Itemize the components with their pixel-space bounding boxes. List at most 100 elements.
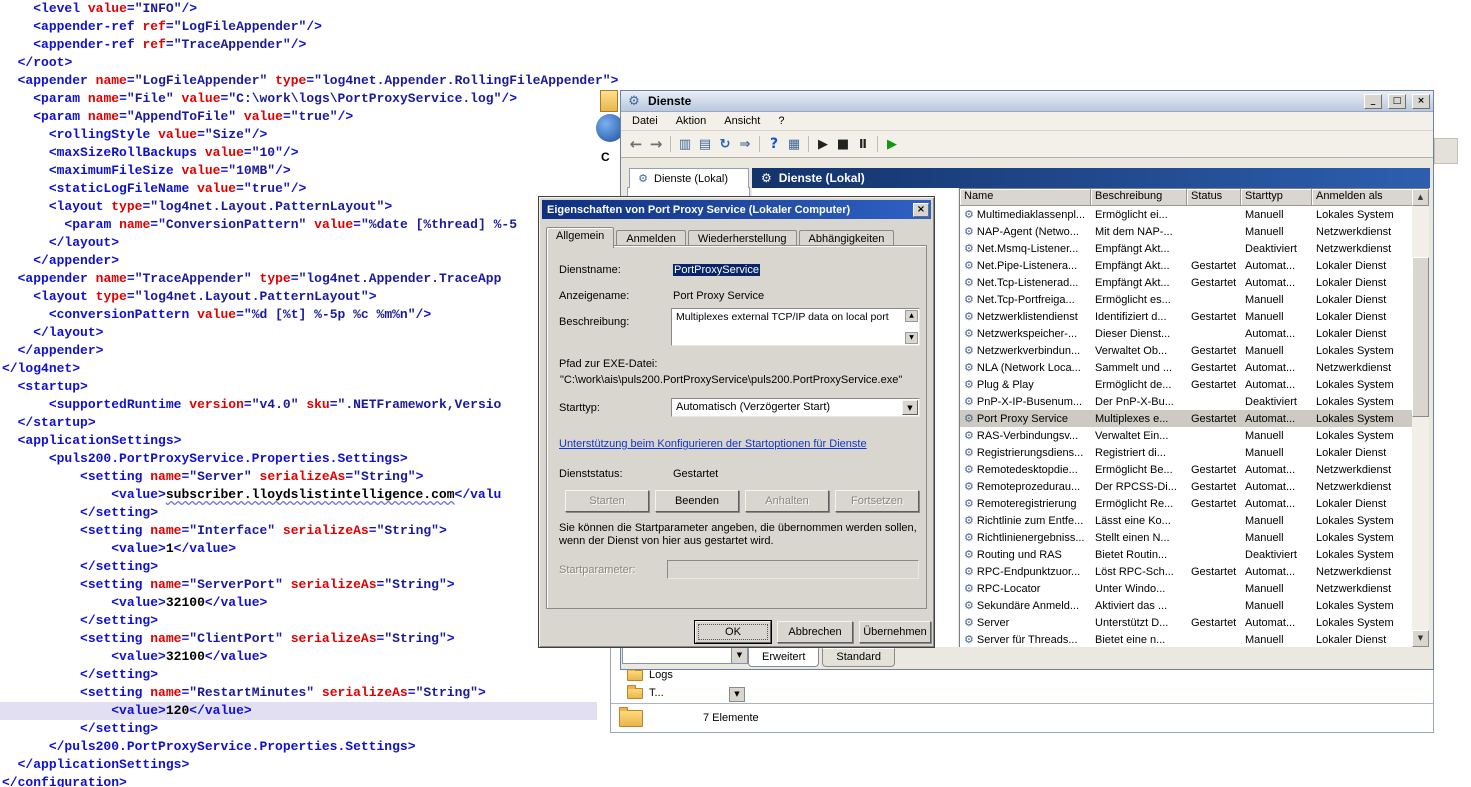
service-gear-icon: ⚙ <box>964 378 974 391</box>
service-row[interactable]: ⚙Remoteprozedurau...Der RPCSS-Di...Gesta… <box>960 478 1412 495</box>
menu-help[interactable]: ? <box>769 113 793 129</box>
background-text-fragment: C <box>601 150 610 164</box>
service-row[interactable]: ⚙NAP-Agent (Netwo...Mit dem NAP-...Manue… <box>960 223 1412 240</box>
service-row[interactable]: ⚙Plug & PlayErmöglicht de...GestartetAut… <box>960 376 1412 393</box>
code-line[interactable]: </configuration> <box>0 774 1471 787</box>
service-row[interactable]: ⚙Routing und RASBietet Routin...Deaktivi… <box>960 546 1412 563</box>
folder-icon <box>627 670 643 681</box>
tab-allgemein[interactable]: Allgemein <box>546 227 614 248</box>
code-line[interactable]: <level value="INFO"/> <box>0 0 1471 18</box>
combo-dropdown-icon[interactable]: ▼ <box>731 647 747 663</box>
starttyp-combobox[interactable]: Automatisch (Verzögerter Start) ▼ <box>671 398 920 417</box>
service-row[interactable]: ⚙Net.Pipe-Listenera...Empfängt Akt...Ges… <box>960 257 1412 274</box>
beschreibung-textbox[interactable]: Multiplexes external TCP/IP data on loca… <box>671 308 920 346</box>
service-row[interactable]: ⚙RemoteregistrierungErmöglicht Re...Gest… <box>960 495 1412 512</box>
scroll-up-icon[interactable]: ▲ <box>905 310 918 322</box>
pane-header: ⚙ Dienste (Lokal) <box>752 168 1430 188</box>
maximize-button[interactable]: □ <box>1388 94 1406 109</box>
scrollbar[interactable]: ▲ ▼ <box>1412 189 1429 647</box>
code-line[interactable]: <appender name="LogFileAppender" type="l… <box>0 72 1471 90</box>
start-service-icon[interactable]: ▶ <box>813 134 833 154</box>
export-icon[interactable]: ⇒ <box>735 134 755 154</box>
column-header-beschreibung[interactable]: Beschreibung <box>1091 189 1187 206</box>
column-header-status[interactable]: Status <box>1187 189 1241 206</box>
tab-standard[interactable]: Standard <box>822 648 895 667</box>
folder-item-truncated[interactable]: T... <box>627 687 664 699</box>
forward-icon[interactable]: → <box>646 134 666 154</box>
folder-label: Logs <box>649 669 673 681</box>
folder-label: T... <box>649 687 664 699</box>
menu-aktion[interactable]: Aktion <box>667 113 716 129</box>
stop-service-icon[interactable]: ■ <box>833 134 853 154</box>
service-row[interactable]: ⚙Net.Msmq-Listener...Empfängt Akt...Deak… <box>960 240 1412 257</box>
uebernehmen-button[interactable]: Übernehmen <box>859 621 931 643</box>
dialog-titlebar[interactable]: Eigenschaften von Port Proxy Service (Lo… <box>542 200 931 219</box>
show-console-tree-icon[interactable]: ▥ <box>675 134 695 154</box>
menu-datei[interactable]: Datei <box>623 113 667 129</box>
service-row[interactable]: ⚙Net.Tcp-Portfreiga...Ermöglicht es...Ma… <box>960 291 1412 308</box>
service-row[interactable]: ⚙NLA (Network Loca...Sammelt und ...Gest… <box>960 359 1412 376</box>
minimize-button[interactable]: _ <box>1364 94 1382 109</box>
status-text: 7 Elemente <box>703 712 759 724</box>
help-icon[interactable]: ? <box>764 134 784 154</box>
service-row[interactable]: ⚙Registrierungsdiens...Registriert di...… <box>960 444 1412 461</box>
folder-item-logs[interactable]: Logs <box>627 669 673 681</box>
close-button[interactable]: × <box>1412 94 1430 109</box>
scroll-down-button[interactable]: ▼ <box>1412 630 1429 647</box>
code-line[interactable]: <appender-ref ref="LogFileAppender"/> <box>0 18 1471 36</box>
scroll-thumb[interactable] <box>1412 257 1429 417</box>
column-header-anmelden-als[interactable]: Anmelden als <box>1312 189 1413 206</box>
dropdown-button[interactable]: ▼ <box>729 687 745 702</box>
service-row[interactable]: ⚙Netzwerkspeicher-...Dieser Dienst...Aut… <box>960 325 1412 342</box>
pause-service-icon[interactable]: Ⅱ <box>853 134 873 154</box>
service-row[interactable]: ⚙Netzwerkverbindun...Verwaltet Ob...Gest… <box>960 342 1412 359</box>
service-row[interactable]: ⚙Multimediaklassenpl...Ermöglicht ei...M… <box>960 206 1412 223</box>
background-window-icon <box>600 90 618 112</box>
services-icon: ⚙ <box>761 171 772 185</box>
dialog-page: Dienstname: PortProxyService Anzeigename… <box>546 245 927 609</box>
list-header: Name Beschreibung Status Starttyp Anmeld… <box>960 189 1429 206</box>
refresh-icon[interactable]: ↻ <box>715 134 735 154</box>
tab-erweitert[interactable]: Erweitert <box>748 648 819 667</box>
service-gear-icon: ⚙ <box>964 531 974 544</box>
service-row[interactable]: ⚙Sekundäre Anmeld...Aktiviert das ...Man… <box>960 597 1412 614</box>
properties-dialog: Eigenschaften von Port Proxy Service (Lo… <box>538 196 935 648</box>
service-row[interactable]: ⚙PnP-X-IP-Busenum...Der PnP-X-Bu...Deakt… <box>960 393 1412 410</box>
service-row[interactable]: ⚙Remotedesktopdie...Ermöglicht Be...Gest… <box>960 461 1412 478</box>
background-combobox[interactable]: ▼ <box>622 646 748 664</box>
service-row[interactable]: ⚙Port Proxy ServiceMultiplexes e...Gesta… <box>960 410 1412 427</box>
service-row[interactable]: ⚙Net.Tcp-Listenerad...Empfängt Akt...Ges… <box>960 274 1412 291</box>
scroll-down-icon[interactable]: ▼ <box>905 332 918 344</box>
dienstname-value[interactable]: PortProxyService <box>673 264 760 276</box>
code-line[interactable]: </applicationSettings> <box>0 756 1471 774</box>
column-header-name[interactable]: Name <box>960 189 1091 206</box>
service-row[interactable]: ⚙RPC-Endpunktzuor...Löst RPC-Sch...Gesta… <box>960 563 1412 580</box>
code-line[interactable]: </root> <box>0 54 1471 72</box>
service-row[interactable]: ⚙ServerUnterstützt D...GestartetAutomat.… <box>960 614 1412 631</box>
service-row[interactable]: ⚙Server für Threads...Bietet eine n...Ma… <box>960 631 1412 647</box>
column-header-starttyp[interactable]: Starttyp <box>1241 189 1312 206</box>
service-row[interactable]: ⚙RAS-Verbindungsv...Verwaltet Ein...Manu… <box>960 427 1412 444</box>
combobox-arrow-icon[interactable]: ▼ <box>902 400 918 415</box>
scroll-up-button[interactable]: ▲ <box>1412 189 1429 206</box>
menu-ansicht[interactable]: Ansicht <box>715 113 769 129</box>
view-panes-icon[interactable]: ▦ <box>784 134 804 154</box>
service-row[interactable]: ⚙Richtlinie zum Entfe...Lässt eine Ko...… <box>960 512 1412 529</box>
restart-service-icon[interactable]: ▶ <box>882 134 902 154</box>
beenden-button[interactable]: Beenden <box>655 490 739 512</box>
code-line[interactable]: <value>120</value> <box>0 702 597 720</box>
ok-button[interactable]: OK <box>695 621 771 643</box>
startoptions-help-link[interactable]: Unterstützung beim Konfigurieren der Sta… <box>559 438 867 450</box>
code-line[interactable]: <appender-ref ref="TraceAppender"/> <box>0 36 1471 54</box>
abbrechen-button[interactable]: Abbrechen <box>777 621 853 643</box>
back-icon[interactable]: ← <box>626 134 646 154</box>
service-row[interactable]: ⚙RPC-LocatorUnter Windo...ManuellNetzwer… <box>960 580 1412 597</box>
console-tree-tab[interactable]: ⚙ Dienste (Lokal) <box>629 168 749 188</box>
export-list-icon[interactable]: ▤ <box>695 134 715 154</box>
titlebar[interactable]: ⚙ Dienste _ □ × <box>621 91 1433 112</box>
dialog-close-icon[interactable]: × <box>913 203 929 217</box>
service-row[interactable]: ⚙NetzwerklistendienstIdentifiziert d...G… <box>960 308 1412 325</box>
code-line[interactable]: </puls200.PortProxyService.Properties.Se… <box>0 738 1471 756</box>
service-row[interactable]: ⚙Richtlinienergebniss...Stellt einen N..… <box>960 529 1412 546</box>
console-tab-label: Dienste (Lokal) <box>654 173 728 185</box>
